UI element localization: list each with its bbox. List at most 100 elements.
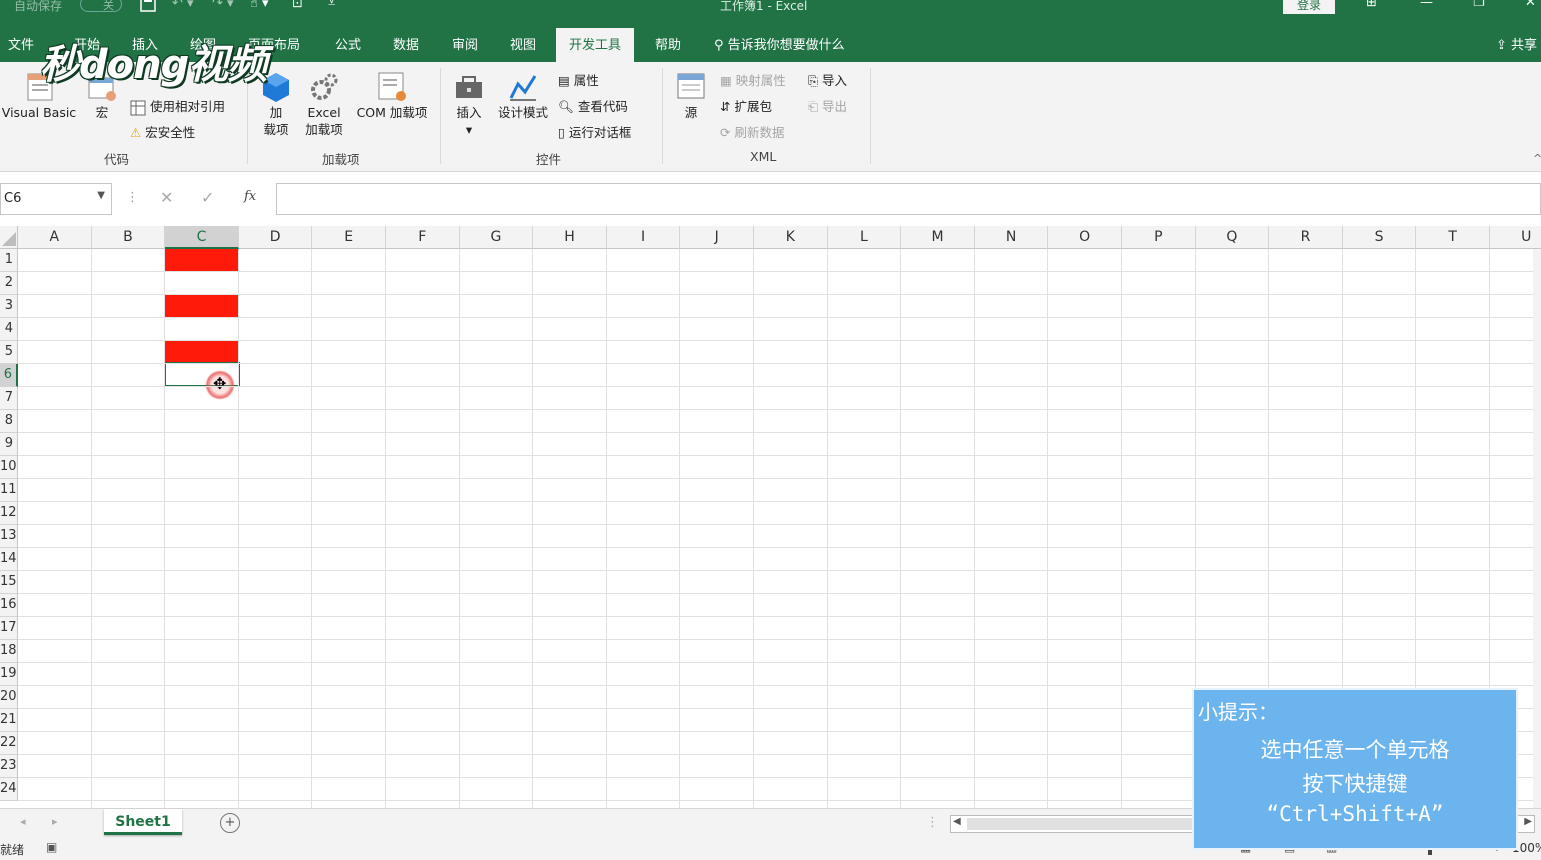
cancel-icon[interactable]: ✕ bbox=[160, 188, 173, 207]
enter-icon[interactable]: ✓ bbox=[201, 188, 214, 207]
relative-reference-button[interactable]: 使用相对引用 bbox=[130, 96, 225, 116]
chevron-down-icon[interactable]: ▼ bbox=[97, 190, 105, 201]
row-header-7[interactable]: 7 bbox=[0, 387, 18, 410]
row-header-1[interactable]: 1 bbox=[0, 249, 18, 272]
row-header-20[interactable]: 20 bbox=[0, 686, 18, 709]
row-header-13[interactable]: 13 bbox=[0, 525, 18, 548]
insert-control-button[interactable]: 插入 ▾ bbox=[448, 70, 490, 138]
row-header-24[interactable]: 24 bbox=[0, 778, 18, 801]
column-header-m[interactable]: M bbox=[901, 226, 975, 249]
tab-developer[interactable]: 开发工具 bbox=[556, 28, 635, 62]
qat-dropdown-icon[interactable]: ⩡ bbox=[328, 0, 335, 11]
restore-icon[interactable]: ❐ bbox=[1473, 0, 1485, 10]
row-header-19[interactable]: 19 bbox=[0, 663, 18, 686]
tab-formulas[interactable]: 公式 bbox=[335, 34, 361, 53]
column-header-b[interactable]: B bbox=[91, 226, 166, 249]
sheet-tab-sheet1[interactable]: Sheet1 bbox=[104, 809, 182, 835]
properties-button[interactable]: ▤ 属性 bbox=[558, 70, 599, 89]
row-header-22[interactable]: 22 bbox=[0, 732, 18, 755]
autosave-toggle[interactable]: 关 bbox=[80, 0, 122, 12]
row-header-5[interactable]: 5 bbox=[0, 341, 18, 364]
column-header-p[interactable]: P bbox=[1122, 226, 1196, 249]
tab-review[interactable]: 审阅 bbox=[452, 34, 478, 53]
macro-security-button[interactable]: ⚠ 宏安全性 bbox=[130, 122, 195, 141]
undo-icon[interactable]: ↶ ▾ bbox=[172, 0, 194, 11]
column-header-q[interactable]: Q bbox=[1195, 226, 1270, 249]
tab-view[interactable]: 视图 bbox=[510, 34, 536, 53]
scroll-thumb[interactable] bbox=[967, 818, 1197, 830]
prev-sheet-icon[interactable]: ◂ bbox=[20, 815, 26, 828]
column-header-e[interactable]: E bbox=[312, 226, 386, 249]
row-header-3[interactable]: 3 bbox=[0, 295, 18, 318]
insert-function-button[interactable]: fx bbox=[244, 189, 256, 204]
customize-icon[interactable]: ⊡ bbox=[292, 0, 303, 11]
column-header-r[interactable]: R bbox=[1269, 226, 1343, 249]
scroll-left-icon[interactable]: ◀ bbox=[953, 816, 961, 827]
collapse-ribbon-icon[interactable]: ^ bbox=[1533, 152, 1541, 165]
column-header-n[interactable]: N bbox=[974, 226, 1049, 249]
next-sheet-icon[interactable]: ▸ bbox=[52, 815, 58, 828]
row-header-9[interactable]: 9 bbox=[0, 433, 18, 456]
xml-source-button[interactable]: 源 bbox=[670, 70, 712, 121]
tab-data[interactable]: 数据 bbox=[393, 34, 419, 53]
row-header-11[interactable]: 11 bbox=[0, 479, 18, 502]
column-header-s[interactable]: S bbox=[1342, 226, 1417, 249]
column-header-k[interactable]: K bbox=[754, 226, 828, 249]
row-header-8[interactable]: 8 bbox=[0, 410, 18, 433]
row-header-2[interactable]: 2 bbox=[0, 272, 18, 295]
row-header-12[interactable]: 12 bbox=[0, 502, 18, 525]
add-sheet-icon[interactable]: + bbox=[220, 813, 240, 833]
row-header-4[interactable]: 4 bbox=[0, 318, 18, 341]
name-box[interactable]: C6 ▼ bbox=[0, 183, 112, 215]
tab-file[interactable]: 文件 bbox=[8, 34, 34, 53]
scroll-right-icon[interactable]: ▶ bbox=[1524, 816, 1532, 827]
red-filled-cell-c1[interactable] bbox=[165, 249, 239, 271]
refresh-data-button[interactable]: ⟳ 刷新数据 bbox=[720, 122, 784, 141]
login-button[interactable]: 登录 bbox=[1283, 0, 1335, 14]
column-header-c[interactable]: C bbox=[165, 226, 239, 249]
row-header-15[interactable]: 15 bbox=[0, 571, 18, 594]
export-button[interactable]: ⎗ 导出 bbox=[808, 96, 847, 115]
tell-me-search[interactable]: ⚲ 告诉我你想要做什么 bbox=[714, 34, 845, 53]
excel-addins-button[interactable]: Excel 加载项 bbox=[300, 70, 348, 138]
view-code-button[interactable]: 🔍︎ 查看代码 bbox=[558, 96, 628, 115]
row-header-21[interactable]: 21 bbox=[0, 709, 18, 732]
column-header-u[interactable]: U bbox=[1490, 226, 1541, 249]
split-handle-icon[interactable]: ⋮ bbox=[926, 815, 939, 830]
touch-mode-icon[interactable]: ☝ ▾ bbox=[250, 0, 269, 11]
row-header-14[interactable]: 14 bbox=[0, 548, 18, 571]
map-properties-button[interactable]: ▦ 映射属性 bbox=[720, 70, 786, 89]
column-header-l[interactable]: L bbox=[827, 226, 902, 249]
column-header-h[interactable]: H bbox=[533, 226, 607, 249]
macro-record-icon[interactable]: ▣ bbox=[46, 840, 57, 854]
com-addins-button[interactable]: COM 加载项 bbox=[350, 70, 434, 121]
row-header-17[interactable]: 17 bbox=[0, 617, 18, 640]
redo-icon[interactable]: ↷ ▾ bbox=[212, 0, 234, 11]
row-header-18[interactable]: 18 bbox=[0, 640, 18, 663]
expansion-packs-button[interactable]: ⇵ 扩展包 bbox=[720, 96, 772, 115]
row-header-6[interactable]: 6 bbox=[0, 364, 18, 387]
vertical-scrollbar[interactable] bbox=[1533, 249, 1541, 808]
row-header-10[interactable]: 10 bbox=[0, 456, 18, 479]
tab-help[interactable]: 帮助 bbox=[655, 34, 681, 53]
column-header-t[interactable]: T bbox=[1416, 226, 1490, 249]
formula-input[interactable] bbox=[276, 183, 1541, 215]
column-header-f[interactable]: F bbox=[386, 226, 460, 249]
save-icon[interactable] bbox=[140, 0, 156, 14]
column-header-d[interactable]: D bbox=[238, 226, 313, 249]
row-header-23[interactable]: 23 bbox=[0, 755, 18, 778]
row-header-16[interactable]: 16 bbox=[0, 594, 18, 617]
red-filled-cell-c3[interactable] bbox=[165, 295, 239, 317]
ribbon-display-icon[interactable]: ⊞ bbox=[1366, 0, 1377, 10]
import-button[interactable]: ⎘ 导入 bbox=[808, 70, 847, 89]
red-filled-cell-c5[interactable] bbox=[165, 341, 239, 363]
design-mode-button[interactable]: 设计模式 bbox=[494, 70, 552, 121]
column-header-g[interactable]: G bbox=[459, 226, 534, 249]
run-dialog-button[interactable]: ▯ 运行对话框 bbox=[558, 122, 631, 141]
column-header-i[interactable]: I bbox=[606, 226, 681, 249]
column-header-a[interactable]: A bbox=[18, 226, 92, 249]
column-header-j[interactable]: J bbox=[680, 226, 754, 249]
minimize-icon[interactable]: — bbox=[1420, 0, 1433, 10]
select-all-corner[interactable] bbox=[0, 226, 18, 249]
share-button[interactable]: ⇪ 共享 bbox=[1496, 34, 1537, 53]
